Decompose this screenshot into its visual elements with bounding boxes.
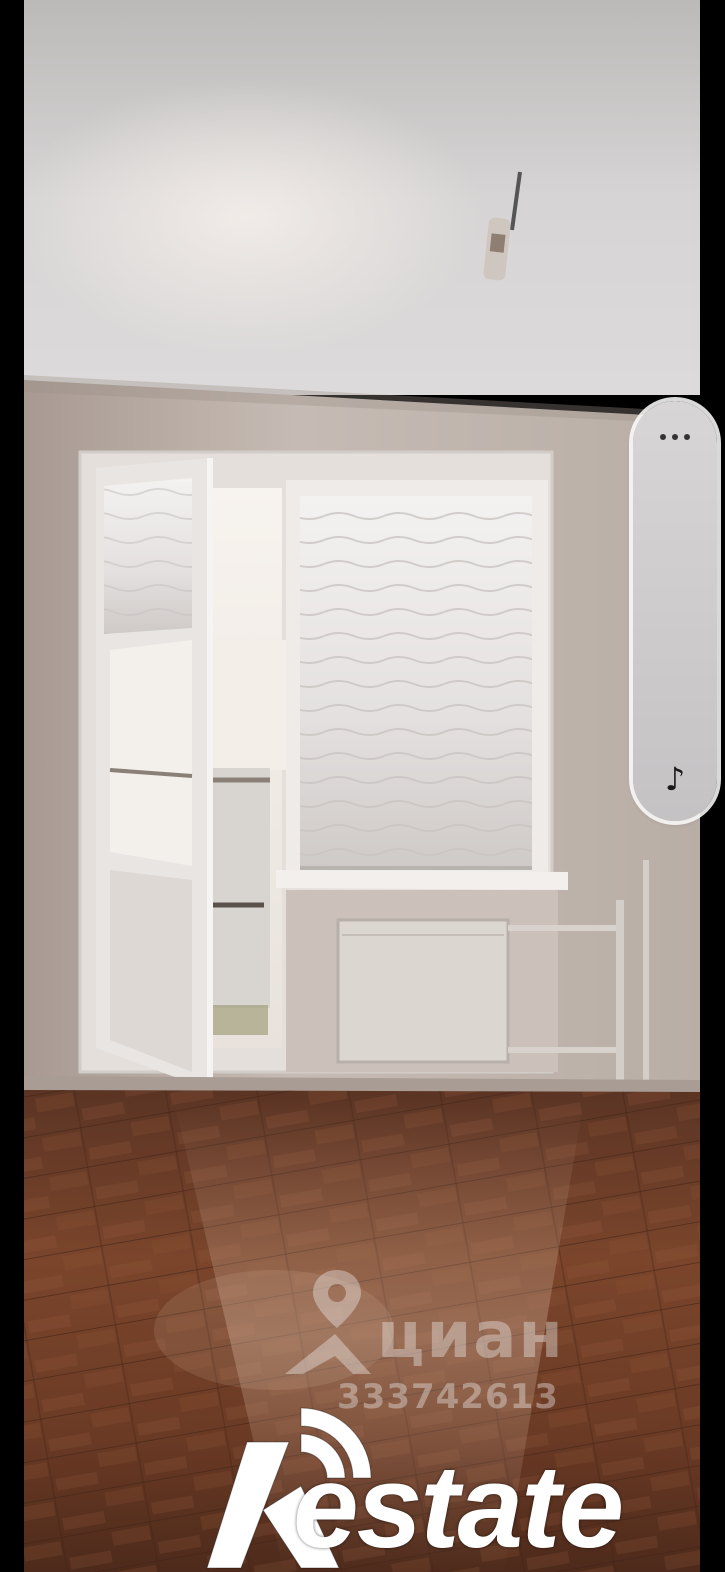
photo-viewer: ♪ циан 333742613 estate <box>0 0 725 1572</box>
restate-logo: estate <box>205 1390 725 1572</box>
ellipsis-icon-dot <box>672 434 678 440</box>
ellipsis-icon-dot <box>684 434 690 440</box>
side-controls-pill: ♪ <box>633 401 717 821</box>
more-options-button[interactable] <box>645 415 705 459</box>
ellipsis-icon <box>660 434 666 440</box>
music-note-icon: ♪ <box>664 760 686 798</box>
room-photo <box>24 0 700 1572</box>
logo-text: estate <box>293 1441 624 1572</box>
music-button[interactable]: ♪ <box>645 753 705 805</box>
